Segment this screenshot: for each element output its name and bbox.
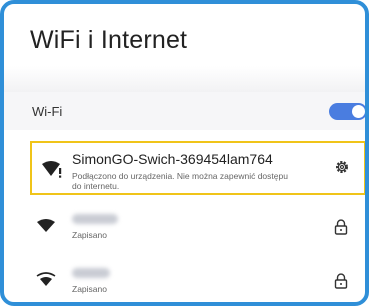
wifi-toggle-row[interactable]: Wi-Fi xyxy=(4,92,365,130)
connected-network-name: SimonGO-Swich-369454lam764 xyxy=(72,151,273,167)
connected-network-item[interactable]: SimonGO-Swich-369454lam764 Podłączono do… xyxy=(30,141,365,195)
network-name-redacted xyxy=(72,214,118,224)
gear-icon[interactable] xyxy=(334,159,350,180)
wifi-toggle-switch[interactable] xyxy=(329,103,365,120)
wifi-icon xyxy=(36,218,56,239)
network-status: Zapisano xyxy=(72,284,107,294)
wifi-icon xyxy=(36,272,56,293)
toggle-knob xyxy=(352,105,365,118)
lock-icon xyxy=(334,273,348,294)
saved-network-item[interactable]: Zapisano xyxy=(4,206,365,256)
page-title: WiFi i Internet xyxy=(30,26,188,54)
wifi-warning-icon xyxy=(40,160,64,185)
settings-screen: WiFi i Internet Wi-Fi SimonGO-Swich-3694… xyxy=(0,0,369,306)
saved-network-item[interactable]: Zapisano xyxy=(4,260,365,302)
lock-icon xyxy=(334,219,348,240)
wifi-toggle-label: Wi-Fi xyxy=(32,104,63,119)
network-name-redacted xyxy=(72,268,110,278)
header-divider xyxy=(4,66,365,92)
network-status: Zapisano xyxy=(72,230,107,240)
connected-network-status: Podłączono do urządzenia. Nie można zape… xyxy=(72,171,288,191)
